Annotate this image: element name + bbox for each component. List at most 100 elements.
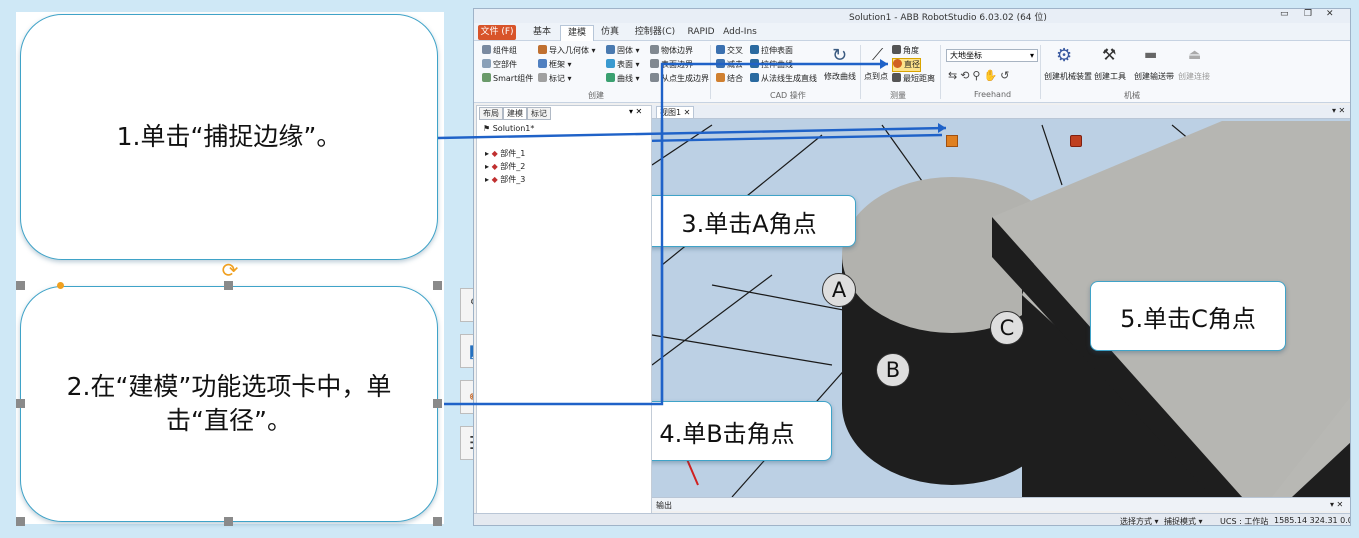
create-conveyor-button[interactable]: 创建输送带 xyxy=(1134,71,1174,83)
tab-addins[interactable]: Add-Ins xyxy=(722,25,758,40)
layout-panel: 布局 建模 标记 ▾ ✕ ⚑ Solution1* ▸ ◆ 部件_1 ▸ ◆ 部… xyxy=(476,105,652,515)
callout-step3: 3.单击A角点 xyxy=(652,195,856,247)
tree-item-part1[interactable]: ▸ ◆ 部件_1 xyxy=(485,148,525,159)
solid-button[interactable]: 固体 ▾ xyxy=(606,45,640,57)
connection-icon[interactable]: ⏏ xyxy=(1188,47,1201,63)
extrude-surface-button[interactable]: 拉伸表面 xyxy=(750,45,793,57)
tree-item-part2[interactable]: ▸ ◆ 部件_2 xyxy=(485,161,525,172)
tab-rapid[interactable]: RAPID xyxy=(684,25,718,40)
union-button[interactable]: 结合 xyxy=(716,73,743,85)
smart-component-button[interactable]: Smart组件 xyxy=(482,73,533,85)
modify-curve-button[interactable]: 修改曲线 xyxy=(824,71,856,83)
boundary-from-points-button[interactable]: 从点生成边界 xyxy=(650,73,709,85)
callout-step1-text: 1.单击“捕捉边缘”。 xyxy=(116,122,342,152)
tab-file[interactable]: 文件 (F) xyxy=(478,25,516,40)
subtract-button[interactable]: 减去 xyxy=(716,59,743,71)
line-from-normal-button[interactable]: 从法线生成直线 xyxy=(750,73,817,85)
point-b-marker[interactable]: B xyxy=(876,353,910,387)
group-label-create: 创建 xyxy=(588,91,604,100)
ribbon-separator xyxy=(860,45,861,99)
freehand-tools-icon[interactable]: ⇆⟲⚲✋↺ xyxy=(948,69,1012,82)
ribbon: 组件组 空部件 Smart组件 导入几何体 ▾ 框架 ▾ 标记 ▾ 固体 ▾ 表… xyxy=(474,41,1350,103)
close-icon[interactable]: ✕ xyxy=(1326,9,1334,19)
ribbon-separator xyxy=(940,45,941,99)
output-tab[interactable]: 输出 xyxy=(656,500,672,511)
point-a-marker[interactable]: A xyxy=(822,273,856,307)
component-group-button[interactable]: 组件组 xyxy=(482,45,517,57)
coordinate-readout: 1585.14 324.31 0.00 xyxy=(1274,516,1351,525)
extrude-curve-button[interactable]: 拉伸曲线 xyxy=(750,59,793,71)
tab-home[interactable]: 基本 xyxy=(528,25,556,40)
intersect-button[interactable]: 交叉 xyxy=(716,45,743,57)
view-tab-bar: 视图1 ✕ ▾ ✕ xyxy=(652,105,1350,119)
point-c-marker[interactable]: C xyxy=(990,311,1024,345)
tab-layout[interactable]: 布局 xyxy=(479,107,503,120)
resize-handle-bottom[interactable] xyxy=(224,517,233,526)
tree-item-part3[interactable]: ▸ ◆ 部件_3 xyxy=(485,174,525,185)
gears-icon[interactable]: ⚙ xyxy=(1056,45,1072,66)
angle-button[interactable]: 角度 xyxy=(892,45,919,57)
modify-curve-icon[interactable]: ↻ xyxy=(832,45,847,66)
tab-simulation[interactable]: 仿真 xyxy=(596,25,624,40)
surface-boundary-button[interactable]: 表面边界 xyxy=(650,59,693,71)
rotate-handle-icon[interactable]: ⟳ xyxy=(220,260,240,280)
view-tab[interactable]: 视图1 ✕ xyxy=(656,106,695,119)
empty-part-button[interactable]: 空部件 xyxy=(482,59,517,71)
ribbon-separator xyxy=(710,45,711,99)
callout-step4: 4.单B击角点 xyxy=(652,401,832,461)
create-connection-button[interactable]: 创建连接 xyxy=(1178,71,1210,83)
callout-step2-text: 2.在“建模”功能选项卡中，单击“直径”。 xyxy=(66,372,392,435)
maximize-icon[interactable]: ❐ xyxy=(1304,9,1312,19)
minimize-icon[interactable]: ▭ xyxy=(1280,9,1289,19)
create-mechanism-button[interactable]: 创建机械装置 xyxy=(1044,71,1092,83)
ribbon-tabs: 文件 (F) 基本 建模 仿真 控制器(C) RAPID Add-Ins xyxy=(474,23,1350,41)
adjust-handle[interactable] xyxy=(57,282,64,289)
tab-modeling-panel[interactable]: 建模 xyxy=(503,107,527,120)
robotstudio-window: Solution1 - ABB RobotStudio 6.03.02 (64 … xyxy=(473,8,1351,526)
resize-handle-left[interactable] xyxy=(16,399,25,408)
snap-toggle-icon[interactable] xyxy=(1070,135,1082,147)
tab-tags[interactable]: 标记 xyxy=(527,107,551,120)
mark-button[interactable]: 标记 ▾ xyxy=(538,73,572,85)
resize-handle-right[interactable] xyxy=(433,399,442,408)
min-distance-button[interactable]: 最短距离 xyxy=(892,73,935,85)
snap-mode-dropdown[interactable]: 捕捉模式 ▾ xyxy=(1164,516,1203,525)
tab-controller[interactable]: 控制器(C) xyxy=(630,25,680,40)
point-to-point-icon[interactable]: ⟋ xyxy=(872,45,883,65)
group-label-mechanism: 机械 xyxy=(1124,91,1140,100)
frame-button[interactable]: 框架 ▾ xyxy=(538,59,572,71)
group-label-cad: CAD 操作 xyxy=(770,91,806,100)
callout-step5: 5.单击C角点 xyxy=(1090,281,1286,351)
viewport-menu-icon[interactable]: ▾ ✕ xyxy=(1332,106,1345,115)
tree-item-solution[interactable]: ⚑ Solution1* xyxy=(483,124,534,133)
resize-handle-bottom-left[interactable] xyxy=(16,517,25,526)
diameter-button[interactable]: 直径 xyxy=(892,58,921,72)
output-close-icon[interactable]: ▾ ✕ xyxy=(1330,500,1343,509)
point-to-point-button[interactable]: 点到点 xyxy=(864,71,888,83)
window-title: Solution1 - ABB RobotStudio 6.03.02 (64 … xyxy=(849,13,1047,23)
resize-handle-bottom-right[interactable] xyxy=(433,517,442,526)
ribbon-separator xyxy=(1040,45,1041,99)
group-label-freehand: Freehand xyxy=(974,90,1012,99)
callout-step2[interactable]: 2.在“建模”功能选项卡中，单击“直径”。 xyxy=(20,286,438,522)
create-tool-button[interactable]: 创建工具 xyxy=(1094,71,1126,83)
resize-handle-top[interactable] xyxy=(224,281,233,290)
surface-button[interactable]: 表面 ▾ xyxy=(606,59,640,71)
3d-viewport[interactable]: 视图1 ✕ ▾ ✕ A B C 3.单击A角点 4.单B击角点 5.单击C角点 xyxy=(652,105,1350,497)
panel-close-icon[interactable]: ▾ ✕ xyxy=(629,107,642,116)
resize-handle-top-left[interactable] xyxy=(16,281,25,290)
reference-select[interactable]: 大地坐标 ▾ xyxy=(946,49,1038,62)
snap-edge-icon[interactable] xyxy=(946,135,958,147)
import-geometry-button[interactable]: 导入几何体 ▾ xyxy=(538,45,596,57)
callout-step1: 1.单击“捕捉边缘”。 xyxy=(20,14,438,260)
tab-modeling[interactable]: 建模 xyxy=(560,25,594,41)
group-label-measure: 测量 xyxy=(890,91,906,100)
curve-button[interactable]: 曲线 ▾ xyxy=(606,73,640,85)
conveyor-icon[interactable]: ▬ xyxy=(1144,47,1157,63)
body-boundary-button[interactable]: 物体边界 xyxy=(650,45,693,57)
output-panel: 输出 ▾ ✕ xyxy=(652,497,1350,511)
resize-handle-top-right[interactable] xyxy=(433,281,442,290)
ucs-readout: UCS : 工作站 xyxy=(1220,517,1269,526)
tool-icon[interactable]: ⚒ xyxy=(1102,45,1116,64)
selection-mode-dropdown[interactable]: 选择方式 ▾ xyxy=(1120,516,1159,525)
